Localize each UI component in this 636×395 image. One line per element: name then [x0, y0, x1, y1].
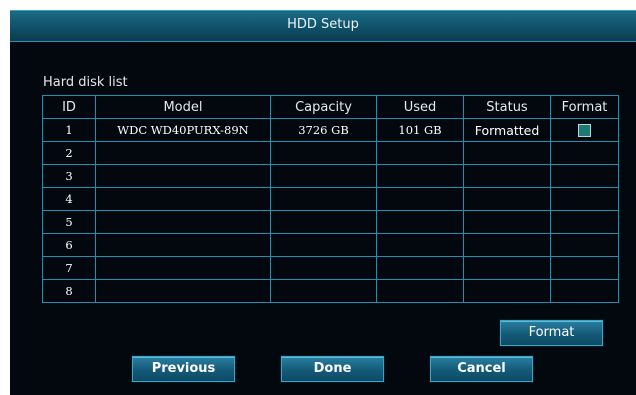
cell-used [376, 233, 464, 257]
cell-format [550, 141, 619, 165]
cell-id: 4 [42, 187, 96, 211]
column-header-used: Used [376, 95, 464, 119]
cell-used [376, 187, 464, 211]
table-row[interactable]: 5 [42, 210, 619, 234]
column-header-status: Status [463, 95, 551, 119]
cell-used [376, 164, 464, 188]
table-row[interactable]: 4 [42, 187, 619, 211]
cell-capacity [270, 256, 377, 280]
cell-capacity [270, 233, 377, 257]
cell-id: 7 [42, 256, 96, 280]
cell-status [463, 210, 551, 234]
table-row[interactable]: 3 [42, 164, 619, 188]
cell-id: 3 [42, 164, 96, 188]
column-header-capacity: Capacity [270, 95, 377, 119]
cell-used [376, 256, 464, 280]
cell-status [463, 164, 551, 188]
cell-status [463, 279, 551, 303]
cell-format [550, 233, 619, 257]
table-row[interactable]: 7 [42, 256, 619, 280]
cell-status [463, 187, 551, 211]
cell-capacity [270, 210, 377, 234]
table-row[interactable]: 1 WDC WD40PURX-89N 3726 GB 101 GB Format… [42, 118, 619, 142]
cell-model [95, 210, 271, 234]
cell-used [376, 210, 464, 234]
cell-status: Formatted [463, 118, 551, 142]
cell-format [550, 164, 619, 188]
cell-capacity [270, 187, 377, 211]
cell-format [550, 118, 619, 142]
cell-capacity: 3726 GB [270, 118, 377, 142]
cell-status [463, 233, 551, 257]
format-checkbox[interactable] [578, 124, 591, 138]
cell-id: 1 [42, 118, 96, 142]
table-row[interactable]: 2 [42, 141, 619, 165]
cell-used [376, 279, 464, 303]
hdd-setup-dialog: HDD Setup Hard disk list ID Model Capaci… [10, 10, 636, 395]
cell-model: WDC WD40PURX-89N [95, 118, 271, 142]
table-row[interactable]: 6 [42, 233, 619, 257]
cell-id: 6 [42, 233, 96, 257]
cell-used: 101 GB [376, 118, 464, 142]
cell-status [463, 256, 551, 280]
cell-format [550, 279, 619, 303]
cell-format [550, 187, 619, 211]
cancel-button[interactable]: Cancel [430, 356, 533, 382]
cell-id: 2 [42, 141, 96, 165]
cell-capacity [270, 164, 377, 188]
cell-used [376, 141, 464, 165]
done-button[interactable]: Done [281, 356, 384, 382]
cell-capacity [270, 279, 377, 303]
window-title: HDD Setup [287, 17, 359, 32]
cell-model [95, 187, 271, 211]
cell-model [95, 279, 271, 303]
hard-disk-list-label: Hard disk list [43, 75, 128, 90]
cell-model [95, 256, 271, 280]
cell-format [550, 256, 619, 280]
cell-model [95, 233, 271, 257]
column-header-model: Model [95, 95, 271, 119]
cell-model [95, 141, 271, 165]
cell-id: 5 [42, 210, 96, 234]
previous-button[interactable]: Previous [132, 356, 235, 382]
table-row[interactable]: 8 [42, 279, 619, 303]
cell-format [550, 210, 619, 234]
cell-model [95, 164, 271, 188]
cell-status [463, 141, 551, 165]
title-bar: HDD Setup [10, 10, 636, 42]
table-header-row: ID Model Capacity Used Status Format [42, 95, 619, 119]
cell-id: 8 [42, 279, 96, 303]
column-header-id: ID [42, 95, 96, 119]
format-button[interactable]: Format [500, 320, 603, 346]
hard-disk-table: ID Model Capacity Used Status Format 1 W… [42, 95, 619, 303]
cell-capacity [270, 141, 377, 165]
column-header-format: Format [550, 95, 619, 119]
